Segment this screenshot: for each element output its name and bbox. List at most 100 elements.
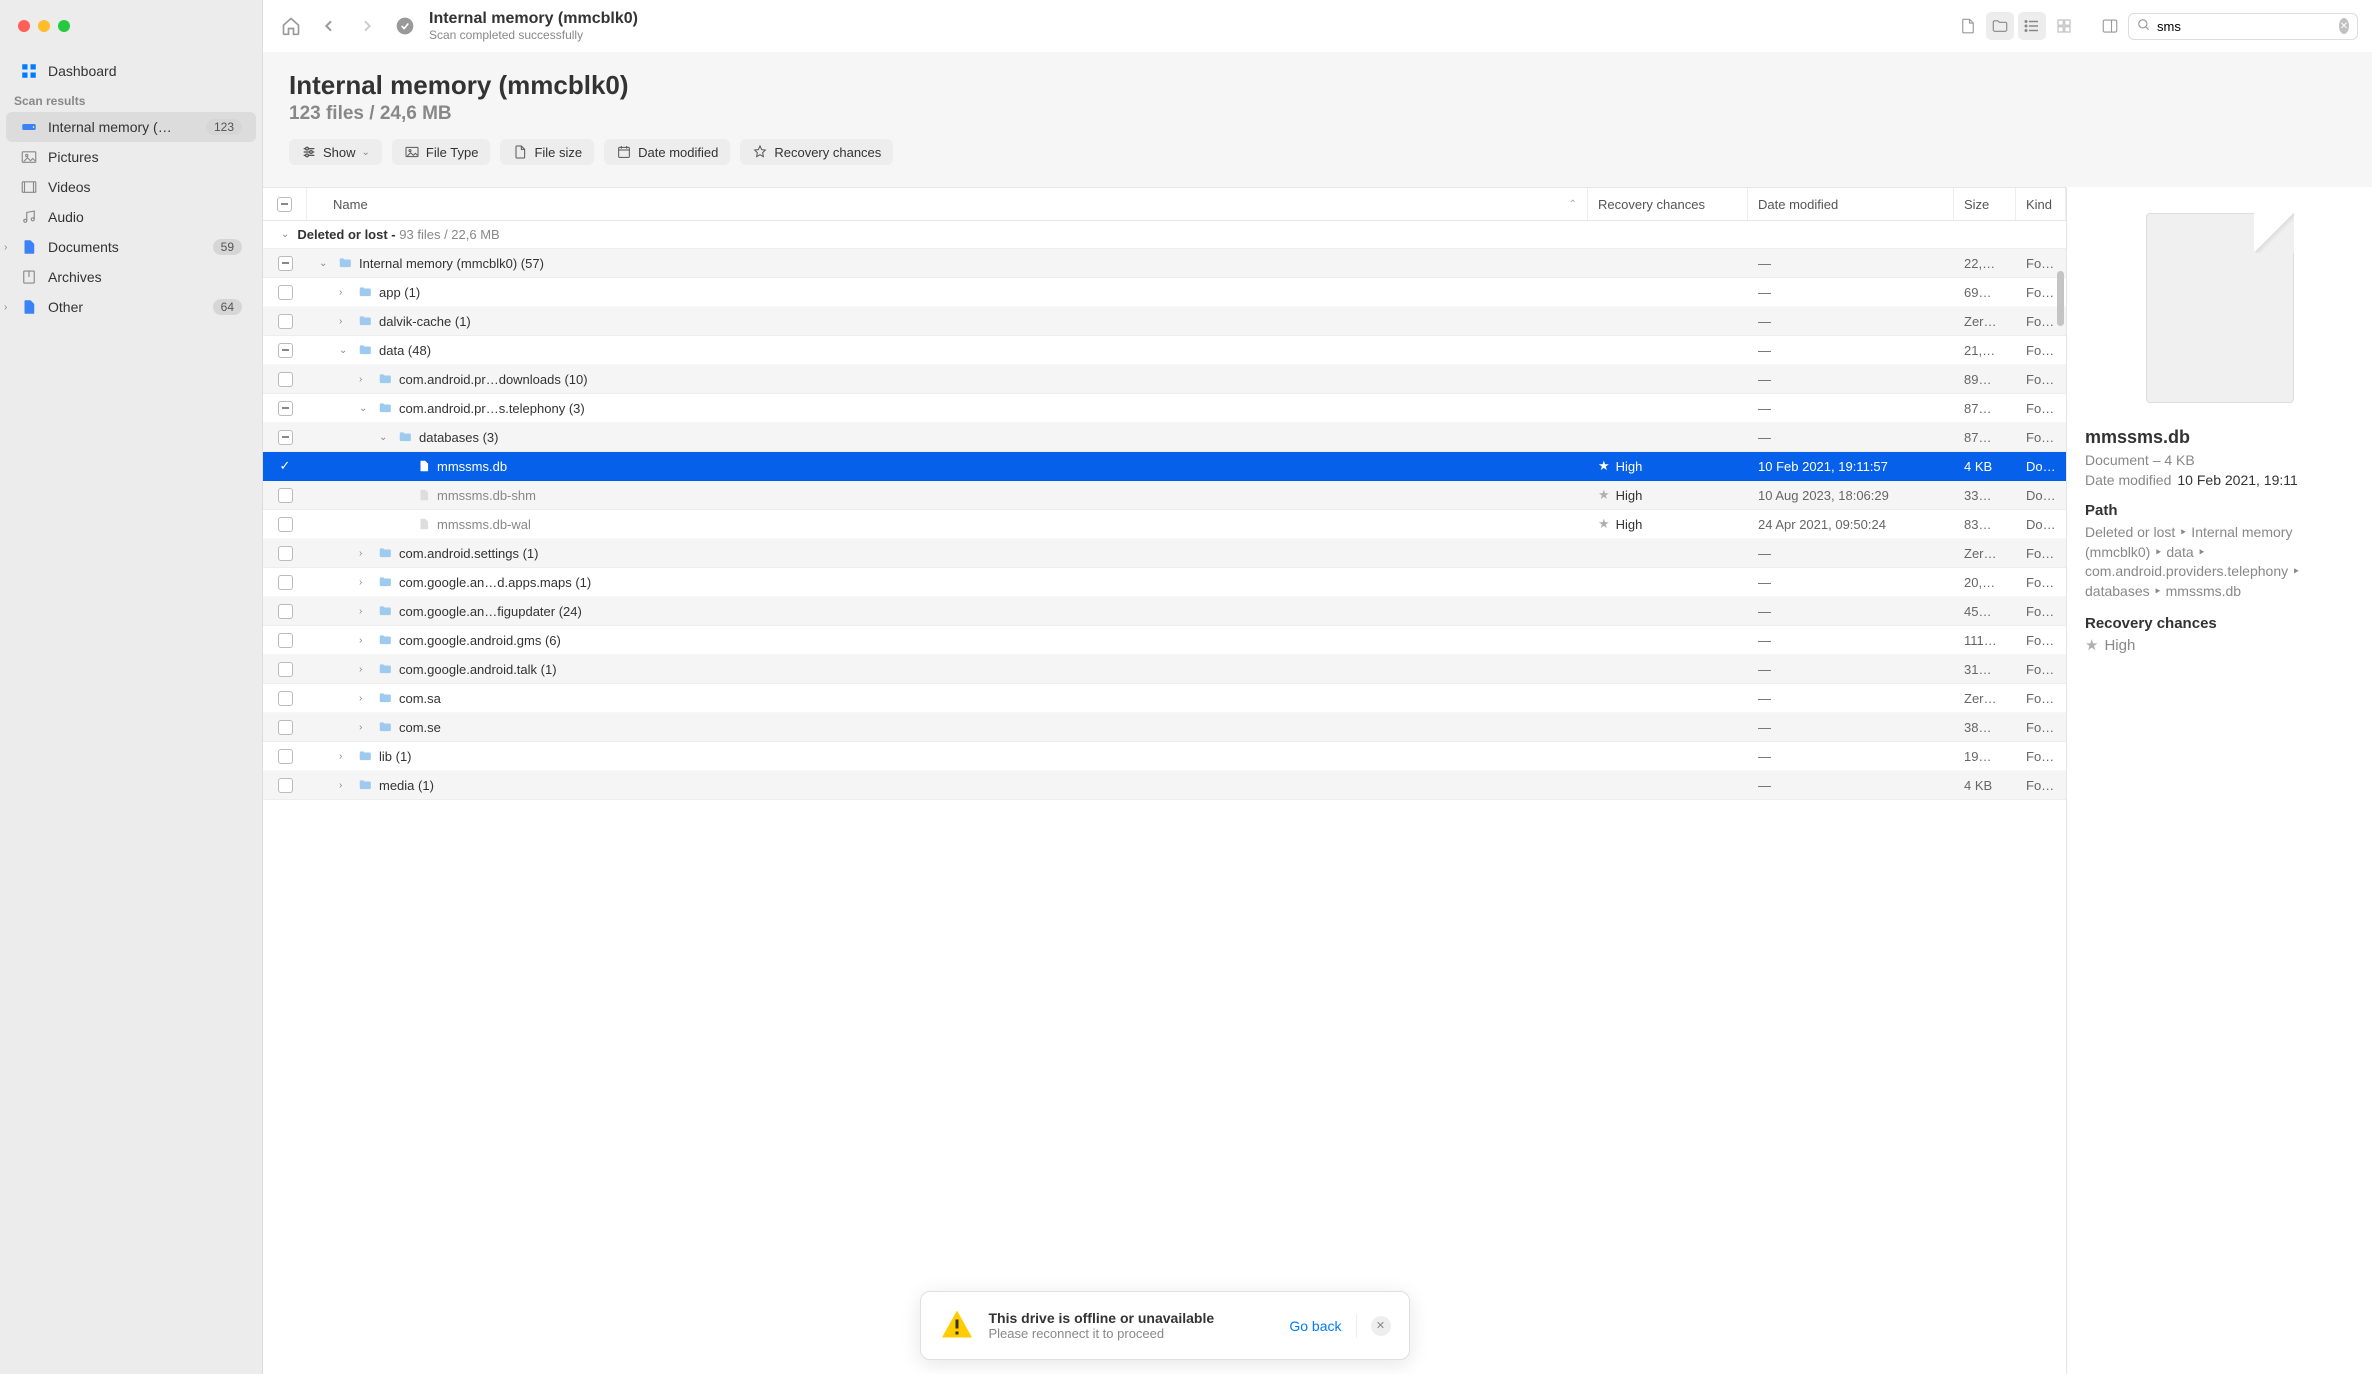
- expand-icon[interactable]: ›: [359, 577, 371, 588]
- table-row[interactable]: mmssms.db-wal★High24 Apr 2021, 09:50:248…: [263, 510, 2066, 539]
- row-checkbox[interactable]: [278, 720, 293, 735]
- row-checkbox[interactable]: [278, 517, 293, 532]
- column-size[interactable]: Size: [1954, 188, 2016, 220]
- table-row[interactable]: ›com.sa—Zer…Fol…: [263, 684, 2066, 713]
- expand-icon[interactable]: ›: [359, 635, 371, 646]
- forward-button[interactable]: [353, 12, 381, 40]
- sidebar-item[interactable]: Audio: [6, 202, 256, 232]
- table-row[interactable]: ⌄com.android.pr…s.telephony (3)—87…Fol…: [263, 394, 2066, 423]
- group-header[interactable]: ⌄ Deleted or lost - 93 files / 22,6 MB: [263, 221, 2066, 249]
- table-row[interactable]: ›com.google.an…d.apps.maps (1)—20,…Fol…: [263, 568, 2066, 597]
- table-row[interactable]: ⌄Internal memory (mmcblk0) (57)—22,…Fol…: [263, 249, 2066, 278]
- table-row[interactable]: ⌄databases (3)—87…Fol…: [263, 423, 2066, 452]
- expand-icon[interactable]: ›: [339, 287, 351, 298]
- sidebar-item[interactable]: ›Other64: [6, 292, 256, 322]
- sidebar-item-dashboard[interactable]: Dashboard: [6, 56, 256, 86]
- sidebar-item[interactable]: Videos: [6, 172, 256, 202]
- row-checkbox[interactable]: [278, 546, 293, 561]
- row-checkbox[interactable]: [278, 662, 293, 677]
- expand-icon[interactable]: ›: [359, 606, 371, 617]
- date-cell: 24 Apr 2021, 09:50:24: [1748, 517, 1954, 532]
- filter-filesize[interactable]: File size: [500, 139, 594, 165]
- expand-icon[interactable]: ›: [359, 664, 371, 675]
- list-view-button[interactable]: [2018, 12, 2046, 40]
- row-checkbox[interactable]: [278, 256, 293, 271]
- chevron-right-icon: ›: [4, 302, 7, 313]
- new-file-button[interactable]: [1954, 12, 1982, 40]
- row-checkbox[interactable]: [278, 285, 293, 300]
- row-checkbox[interactable]: [278, 575, 293, 590]
- search-input[interactable]: [2157, 19, 2333, 34]
- minimize-window-button[interactable]: [38, 20, 50, 32]
- table-row[interactable]: ›com.se—38…Fol…: [263, 713, 2066, 742]
- filter-datemodified[interactable]: Date modified: [604, 139, 730, 165]
- page-subtitle: 123 files / 24,6 MB: [289, 103, 2346, 125]
- row-checkbox[interactable]: [278, 401, 293, 416]
- expand-icon[interactable]: ⌄: [359, 403, 371, 414]
- table-row[interactable]: mmssms.db-shm★High10 Aug 2023, 18:06:293…: [263, 481, 2066, 510]
- table-body[interactable]: ⌄ Deleted or lost - 93 files / 22,6 MB ⌄…: [263, 221, 2066, 1374]
- table-row[interactable]: ›com.android.pr…downloads (10)—89…Fol…: [263, 365, 2066, 394]
- expand-icon[interactable]: ›: [359, 548, 371, 559]
- filter-show[interactable]: Show ⌄: [289, 139, 382, 165]
- expand-icon[interactable]: ›: [359, 374, 371, 385]
- scrollbar-thumb[interactable]: [2057, 271, 2064, 326]
- search-clear-button[interactable]: ✕: [2339, 18, 2349, 34]
- expand-icon[interactable]: ⌄: [379, 432, 391, 443]
- sidebar-item[interactable]: Internal memory (…123: [6, 112, 256, 142]
- row-checkbox[interactable]: [278, 372, 293, 387]
- table-row[interactable]: ›com.android.settings (1)—Zer…Fol…: [263, 539, 2066, 568]
- search-box[interactable]: ✕: [2128, 13, 2358, 40]
- filter-recovery[interactable]: Recovery chances: [740, 139, 893, 165]
- table-row[interactable]: ✓mmssms.db★High10 Feb 2021, 19:11:574 KB…: [263, 452, 2066, 481]
- sidebar: Dashboard Scan results Internal memory (…: [0, 0, 263, 1374]
- row-checkbox[interactable]: [278, 691, 293, 706]
- row-checkbox[interactable]: [278, 430, 293, 445]
- table-row[interactable]: ›lib (1)—19…Fol…: [263, 742, 2066, 771]
- expand-icon[interactable]: ⌄: [319, 258, 331, 269]
- back-button[interactable]: [315, 12, 343, 40]
- expand-icon[interactable]: ›: [339, 751, 351, 762]
- close-window-button[interactable]: [18, 20, 30, 32]
- sidebar-item[interactable]: Archives: [6, 262, 256, 292]
- grid-view-button[interactable]: [2050, 12, 2078, 40]
- expand-icon[interactable]: ›: [359, 693, 371, 704]
- row-checkbox[interactable]: [278, 314, 293, 329]
- table-row[interactable]: ⌄data (48)—21,…Fol…: [263, 336, 2066, 365]
- column-checkbox[interactable]: [263, 188, 307, 220]
- sidebar-badge: 123: [206, 119, 242, 135]
- row-checkbox[interactable]: [278, 778, 293, 793]
- table-row[interactable]: ›app (1)—69…Fol…: [263, 278, 2066, 307]
- toolbar-title: Internal memory (mmcblk0): [429, 10, 1944, 28]
- table-row[interactable]: ›com.google.android.talk (1)—31…Fol…: [263, 655, 2066, 684]
- row-checkbox[interactable]: [278, 488, 293, 503]
- expand-icon[interactable]: ›: [339, 780, 351, 791]
- row-checkbox[interactable]: [278, 749, 293, 764]
- table-row[interactable]: ›media (1)—4 KBFol…: [263, 771, 2066, 800]
- toast-close-button[interactable]: ✕: [1371, 1316, 1391, 1336]
- table-row[interactable]: ›com.google.an…figupdater (24)—45…Fol…: [263, 597, 2066, 626]
- column-date[interactable]: Date modified: [1748, 188, 1954, 220]
- column-kind[interactable]: Kind: [2016, 188, 2066, 220]
- sidebar-item[interactable]: ›Documents59: [6, 232, 256, 262]
- column-name[interactable]: Name⌃: [307, 188, 1588, 220]
- row-checkbox[interactable]: [278, 604, 293, 619]
- folder-view-button[interactable]: [1986, 12, 2014, 40]
- row-checkbox[interactable]: [278, 633, 293, 648]
- maximize-window-button[interactable]: [58, 20, 70, 32]
- table-row[interactable]: ›dalvik-cache (1)—Zer…Fol…: [263, 307, 2066, 336]
- sidebar-item[interactable]: Pictures: [6, 142, 256, 172]
- row-checkbox[interactable]: [278, 343, 293, 358]
- row-checkbox[interactable]: ✓: [278, 459, 293, 474]
- expand-icon[interactable]: ⌄: [339, 345, 351, 356]
- expand-icon[interactable]: ›: [359, 722, 371, 733]
- table-row[interactable]: ›com.google.android.gms (6)—111…Fol…: [263, 626, 2066, 655]
- home-button[interactable]: [277, 12, 305, 40]
- size-cell: 21,…: [1954, 343, 2016, 358]
- column-recovery[interactable]: Recovery chances: [1588, 188, 1748, 220]
- folder-icon: [377, 691, 393, 705]
- filter-filetype[interactable]: File Type: [392, 139, 491, 165]
- expand-icon[interactable]: ›: [339, 316, 351, 327]
- panel-toggle-button[interactable]: [2096, 12, 2124, 40]
- toast-goback-link[interactable]: Go back: [1289, 1318, 1341, 1334]
